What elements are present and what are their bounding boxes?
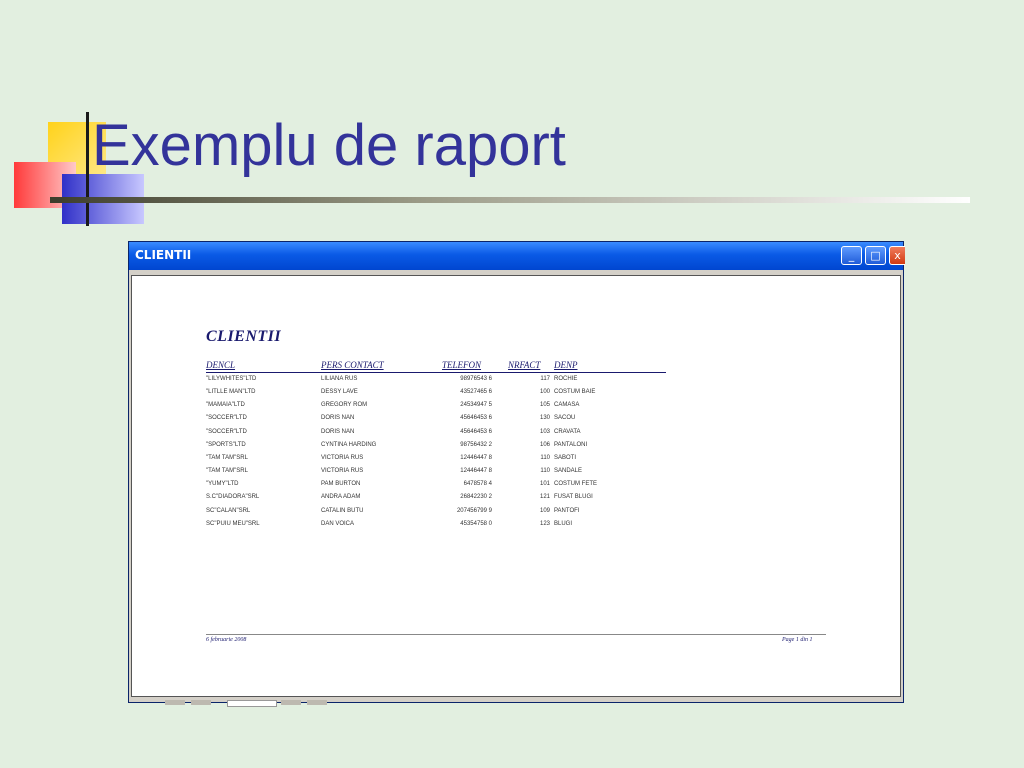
first-page-button[interactable] [165, 700, 185, 705]
cell-telefon: 45354758 0 [460, 520, 492, 527]
cell-pers-contact: DORIS NAN [321, 428, 355, 435]
cell-dencl: "SOCCER"LTD [206, 428, 247, 435]
cell-denp: ROCHIE [554, 376, 578, 382]
decorative-vertical-line [86, 112, 89, 226]
cell-nrfact: 100 [539, 389, 550, 396]
title-underline [50, 197, 970, 203]
table-row: SC"CALAN"SRL CATALIN BUTU 207456799 9 109 PA… [132, 508, 692, 521]
cell-dencl: SC"CALAN"SRL [206, 507, 251, 514]
cell-telefon: 12446447 8 [460, 468, 492, 475]
close-button[interactable]: x [889, 246, 905, 265]
cell-pers-contact: ANDRA ADAM [321, 494, 361, 501]
cell-dencl: "TAM TAM"SRL [206, 454, 248, 461]
cell-telefon: 12446447 8 [460, 454, 492, 461]
cell-telefon: 98976543 6 [460, 376, 492, 382]
cell-denp: COSTUM BAIE [554, 389, 596, 396]
table-row: "MAMAIA"LTD GREGORY ROM 24534947 5 105 CAMAS… [132, 402, 692, 415]
cell-nrfact: 103 [539, 428, 550, 435]
cell-pers-contact: GREGORY ROM [321, 402, 368, 409]
cell-nrfact: 123 [539, 520, 550, 527]
cell-telefon: 43527465 6 [460, 389, 492, 396]
table-row: "TAM TAM"SRL VICTORIA RUS 12446447 8 110 SAN… [132, 468, 692, 481]
column-header-nrfact: NRFACT [508, 360, 541, 370]
cell-nrfact: 109 [539, 507, 550, 514]
cell-denp: CAMASA [554, 402, 580, 409]
page-number-field[interactable] [227, 700, 277, 707]
cell-pers-contact: VICTORIA RUS [321, 454, 364, 461]
cell-nrfact: 101 [539, 481, 550, 488]
table-row: S.C"DIADORA"SRL ANDRA ADAM 26842230 2 121 FU… [132, 494, 692, 507]
cell-telefon: 207456799 9 [456, 507, 492, 514]
table-row: "LITLLE MAN"LTD DESSY LAVE 43527465 6 100 CO… [132, 389, 692, 402]
report-window: CLIENTII _ □ x CLIENTII DENCL PERS CONTA… [128, 241, 905, 707]
cell-dencl: "MAMAIA"LTD [206, 402, 245, 409]
cell-denp: BLUGI [554, 520, 573, 527]
cell-pers-contact: CATALIN BUTU [321, 507, 364, 514]
cell-nrfact: 110 [540, 468, 550, 475]
cell-dencl: "YUMY"LTD [206, 481, 239, 488]
cell-nrfact: 106 [539, 441, 550, 448]
cell-pers-contact: DAN VOICA [321, 520, 355, 527]
maximize-button[interactable]: □ [865, 246, 886, 265]
table-row: "SOCCER"LTD DORIS NAN 45646453 6 103 CRAVATA [132, 429, 692, 442]
cell-denp: COSTUM FETE [554, 481, 597, 488]
cell-pers-contact: PAM BURTON [321, 481, 361, 488]
cell-telefon: 26842230 2 [460, 494, 492, 501]
cell-pers-contact: VICTORIA RUS [321, 468, 364, 475]
next-page-button[interactable] [281, 700, 301, 705]
cell-denp: PANTOFI [554, 507, 580, 514]
cell-dencl: SC"PUIU MEU"SRL [206, 520, 260, 527]
cell-denp: SANDALE [554, 468, 583, 475]
footer-date: 6 februarie 2008 [206, 637, 247, 643]
cell-nrfact: 110 [540, 454, 550, 461]
cell-dencl: "SPORTS"LTD [206, 441, 246, 448]
cell-dencl: S.C"DIADORA"SRL [206, 494, 260, 501]
table-row: "SOCCER"LTD DORIS NAN 45646453 6 130 SACOU [132, 415, 692, 428]
table-row: "YUMY"LTD PAM BURTON 6478578 4 101 COSTUM FE… [132, 481, 692, 494]
cell-telefon: 6478578 4 [463, 481, 492, 488]
cell-nrfact: 130 [539, 415, 550, 422]
column-header-dencl: DENCL [206, 360, 236, 370]
table-row: "LILYWHITES"LTD LILIANA RUS 98976543 6 117 R… [132, 376, 692, 389]
table-row: "TAM TAM"SRL VICTORIA RUS 12446447 8 110 SAB… [132, 455, 692, 468]
cell-denp: FUSAT BLUGI [554, 494, 593, 501]
cell-denp: SACOU [554, 415, 576, 422]
table-row: "SPORTS"LTD CYNTINA HARDING 98756432 2 106 P… [132, 442, 692, 455]
cell-telefon: 98756432 2 [460, 441, 492, 448]
minimize-button[interactable]: _ [841, 246, 862, 265]
slide-title: Exemplu de raport [92, 113, 566, 178]
cell-pers-contact: DORIS NAN [321, 415, 355, 422]
cell-telefon: 45646453 6 [460, 415, 492, 422]
cell-nrfact: 105 [539, 402, 550, 409]
report-title: CLIENTII [206, 328, 282, 345]
column-header-denp: DENP [554, 360, 578, 370]
previous-page-button[interactable] [191, 700, 211, 705]
footer-rule [206, 634, 826, 635]
cell-denp: CRAVATA [554, 428, 581, 435]
cell-denp: PANTALONI [554, 441, 588, 448]
cell-pers-contact: DESSY LAVE [321, 389, 358, 396]
cell-telefon: 24534947 5 [460, 402, 492, 409]
cell-pers-contact: LILIANA RUS [321, 376, 358, 382]
header-rule [206, 372, 666, 373]
window-titlebar[interactable]: CLIENTII _ □ x [129, 242, 905, 270]
window-title: CLIENTII [135, 248, 192, 262]
footer-page-number: Page 1 din 1 [782, 637, 813, 643]
cell-nrfact: 117 [540, 376, 550, 382]
last-page-button[interactable] [307, 700, 327, 705]
cell-pers-contact: CYNTINA HARDING [321, 441, 377, 448]
cell-telefon: 45646453 6 [460, 428, 492, 435]
column-header-pers-contact: PERS CONTACT [321, 360, 384, 370]
table-row: SC"PUIU MEU"SRL DAN VOICA 45354758 0 123 BLU… [132, 521, 692, 534]
cell-dencl: "TAM TAM"SRL [206, 468, 248, 475]
report-page: CLIENTII DENCL PERS CONTACT TELEFON NRFA… [131, 275, 901, 697]
navigation-bar [165, 700, 345, 707]
cell-denp: SABOTI [554, 454, 577, 461]
cell-dencl: "SOCCER"LTD [206, 415, 247, 422]
cell-nrfact: 121 [539, 494, 550, 501]
cell-dencl: "LITLLE MAN"LTD [206, 389, 256, 396]
cell-dencl: "LILYWHITES"LTD [206, 376, 257, 382]
column-header-telefon: TELEFON [442, 360, 482, 370]
